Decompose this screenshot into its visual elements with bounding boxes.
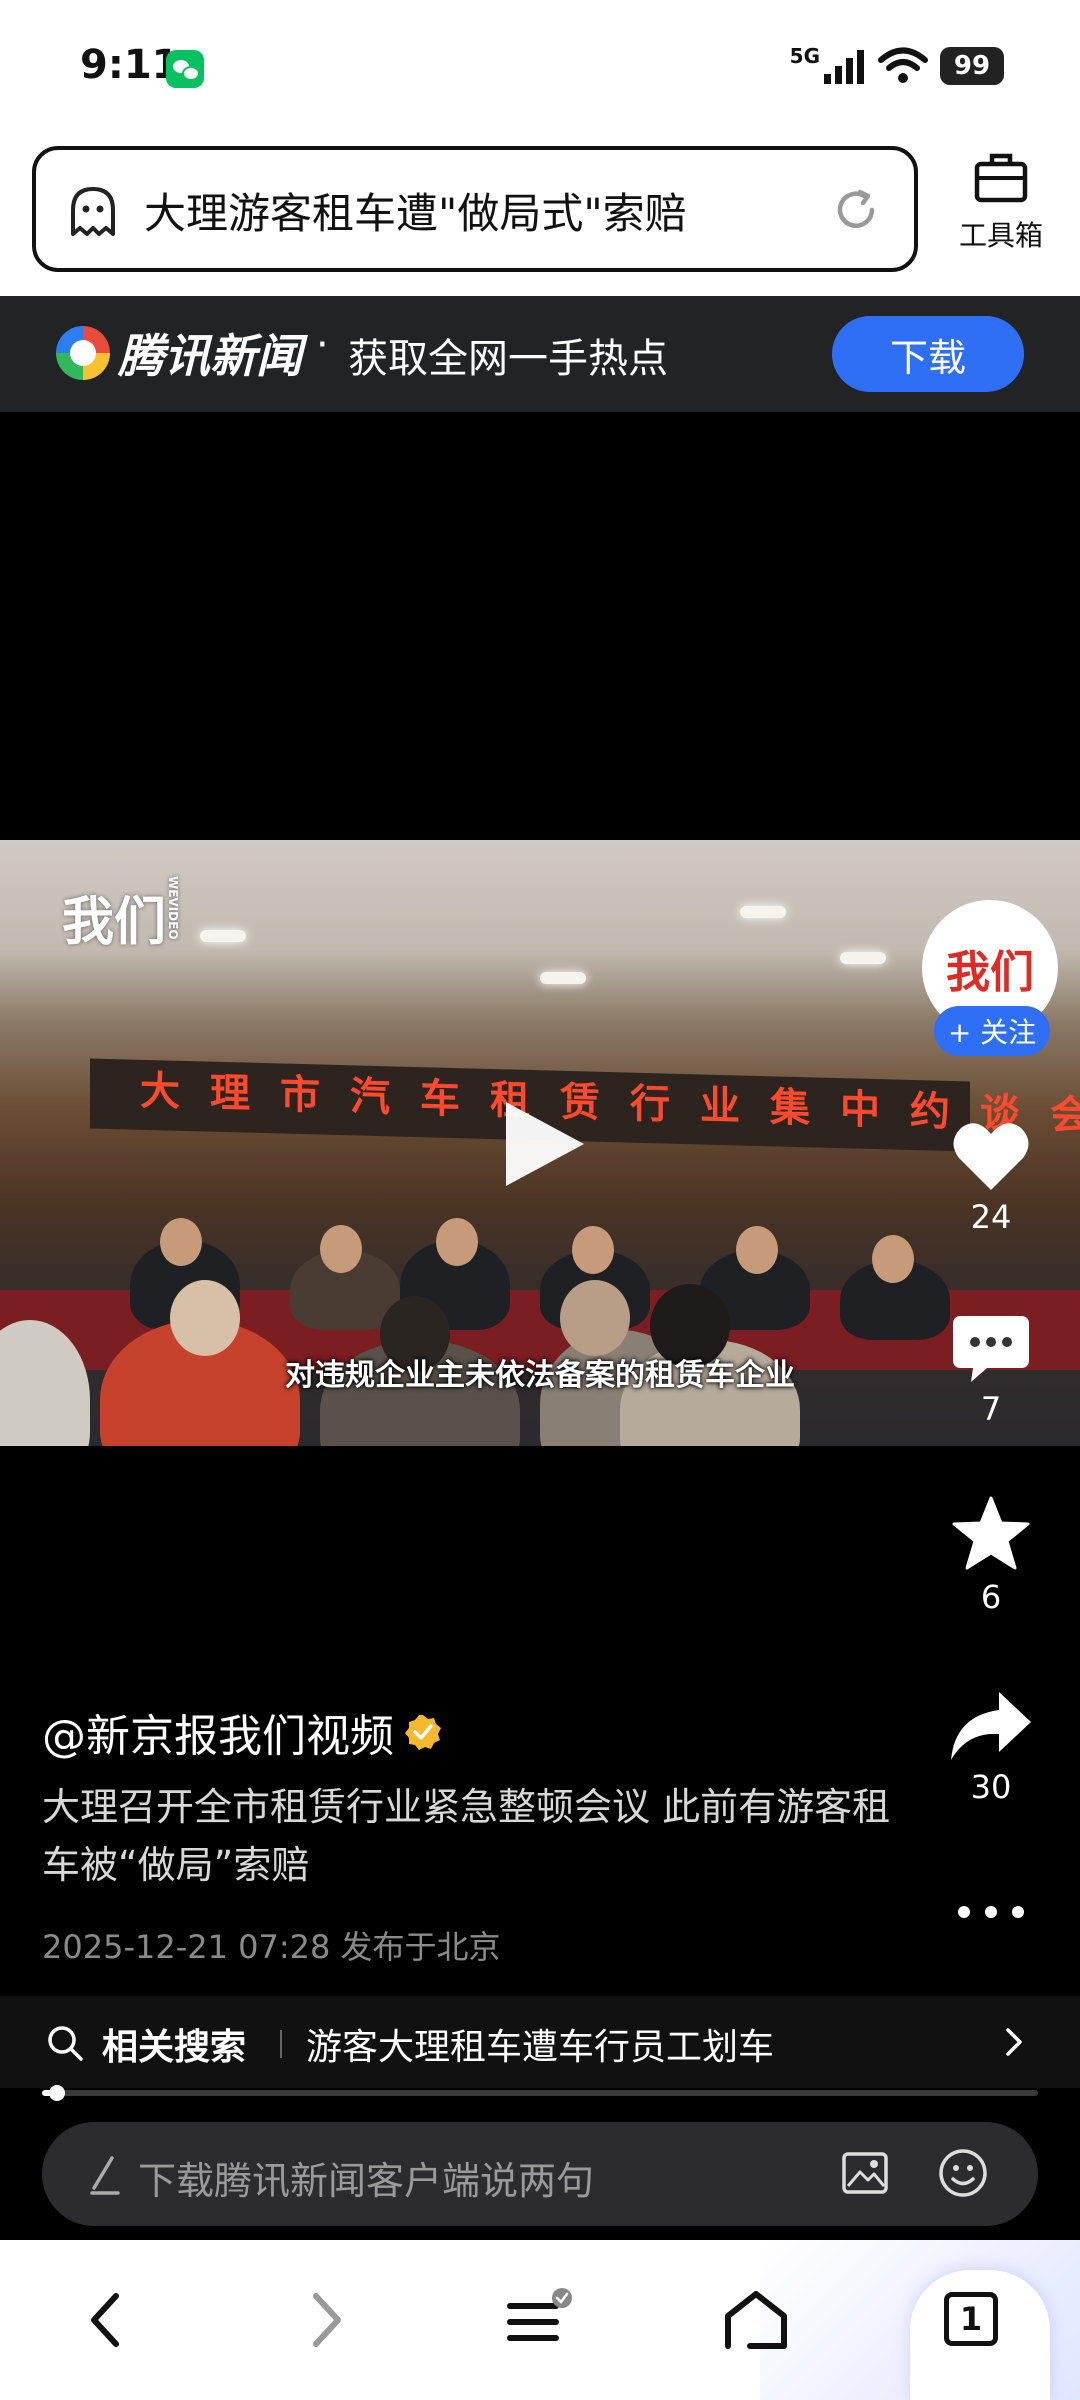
post-caption: 大理召开全市租赁行业紧急整顿会议 此前有游客租车被“做局”索赔 [42, 1785, 891, 1887]
share-arrow-icon [951, 1692, 1031, 1760]
toolbox-label: 工具箱 [958, 219, 1043, 252]
related-search-query[interactable]: 游客大理租车遭车行员工划车 [306, 2018, 774, 2070]
favorite-button[interactable]: 6 [930, 1496, 1052, 1616]
image-icon[interactable] [842, 2152, 888, 2194]
menu-icon [507, 2288, 572, 2341]
status-bar: 9:11 5G 99 [0, 0, 1080, 140]
status-icons: 5G 99 [790, 44, 1004, 88]
audience-head [170, 1280, 240, 1356]
home-button[interactable] [706, 2270, 806, 2370]
attendee-head [436, 1218, 478, 1266]
download-button[interactable]: 下载 [832, 316, 1024, 392]
share-button[interactable]: 30 [930, 1690, 1052, 1806]
toolbox-icon [974, 153, 1028, 203]
like-count: 24 [970, 1198, 1012, 1236]
attendee-head [320, 1225, 362, 1273]
search-box[interactable]: 大理游客租车遭"做局式"索赔 [32, 146, 918, 272]
author-name[interactable]: @新京报我们视频 [42, 1700, 442, 1764]
toolbox-button[interactable]: 工具箱 [946, 148, 1056, 268]
ceiling-light [840, 952, 886, 964]
reload-icon[interactable] [832, 186, 880, 234]
video-player[interactable]: 大理市汽车租赁行业集中约谈会议 我们WEVIDEO 对违规企业主未依法备案的租赁… [0, 840, 1080, 1446]
follow-button[interactable]: + 关注 [934, 1006, 1050, 1056]
video-progress-knob[interactable] [48, 2085, 65, 2101]
watermark-small-text: WEVIDEO [166, 876, 181, 940]
ceiling-light [540, 972, 586, 984]
wechat-notification-icon [166, 50, 204, 88]
pen-icon [90, 2156, 120, 2195]
author-handle: @新京报我们视频 [42, 1711, 394, 1762]
network-type: 5G [789, 44, 820, 68]
share-count: 30 [970, 1768, 1012, 1806]
attendee-head [160, 1218, 202, 1266]
video-progress-bar[interactable] [42, 2085, 1038, 2101]
battery-indicator: 99 [940, 47, 1004, 85]
star-icon [952, 1496, 1030, 1570]
emoji-icon[interactable] [938, 2148, 988, 2198]
ghost-icon [71, 187, 115, 236]
forward-button[interactable] [276, 2270, 376, 2370]
cellular-signal-icon [824, 50, 864, 84]
comment-placeholder: 下载腾讯新闻客户端说两句 [138, 2159, 595, 2203]
ceiling-light [740, 906, 786, 918]
related-search-bar[interactable]: 相关搜索 游客大理租车遭车行员工划车 [0, 1996, 1080, 2088]
more-button[interactable] [930, 1904, 1052, 1924]
more-dots-icon [958, 1906, 1024, 1918]
search-area: 大理游客租车遭"做局式"索赔 工具箱 [0, 140, 1080, 296]
back-button[interactable] [56, 2270, 156, 2370]
comment-count: 7 [980, 1390, 1002, 1428]
chevron-right-icon [313, 2293, 341, 2347]
heart-icon [953, 1123, 1029, 1190]
bottom-navigation: 1 [0, 2240, 1080, 2400]
tabs-button[interactable]: 1 [944, 2292, 998, 2346]
audience-head [560, 1280, 630, 1356]
status-time: 9:11 [80, 42, 180, 88]
related-separator [280, 2030, 282, 2058]
comment-icon [953, 1316, 1029, 1382]
chevron-right-icon [1006, 2028, 1022, 2056]
attendee-head [572, 1226, 614, 1274]
search-query-text: 大理游客租车遭"做局式"索赔 [144, 189, 687, 238]
favorite-count: 6 [980, 1578, 1002, 1616]
comment-button[interactable]: 7 [930, 1312, 1052, 1428]
video-subtitle: 对违规企业主未依法备案的租赁车企业 [285, 1358, 795, 1393]
home-icon [725, 2291, 787, 2349]
banner-separator: · [316, 322, 329, 368]
video-watermark-logo: 我们WEVIDEO [62, 876, 180, 955]
watermark-text: 我们 [62, 892, 167, 953]
avatar-logo-text: 我们 [946, 947, 1034, 998]
verified-badge-icon [405, 1715, 441, 1750]
comment-input-bar[interactable]: 下载腾讯新闻客户端说两句 [42, 2122, 1038, 2226]
related-search-title: 相关搜索 [102, 2027, 247, 2068]
attendee-head [736, 1226, 778, 1274]
attendee-head [872, 1235, 914, 1283]
like-button[interactable]: 24 [930, 1120, 1052, 1236]
ceiling-light [200, 930, 246, 942]
chevron-left-icon [91, 2293, 119, 2347]
tencent-news-logo-icon [56, 326, 110, 380]
play-icon[interactable] [506, 1102, 584, 1186]
banner-brand: 腾讯新闻 [118, 329, 302, 383]
menu-button[interactable] [490, 2270, 590, 2370]
banner-slogan: 获取全网一手热点 [348, 336, 668, 382]
search-icon [48, 2026, 83, 2061]
wifi-icon [878, 47, 928, 83]
post-meta: 2025-12-21 07:28 发布于北京 [42, 1928, 501, 1966]
app-download-banner: 腾讯新闻 · 获取全网一手热点 下载 [0, 296, 1080, 412]
